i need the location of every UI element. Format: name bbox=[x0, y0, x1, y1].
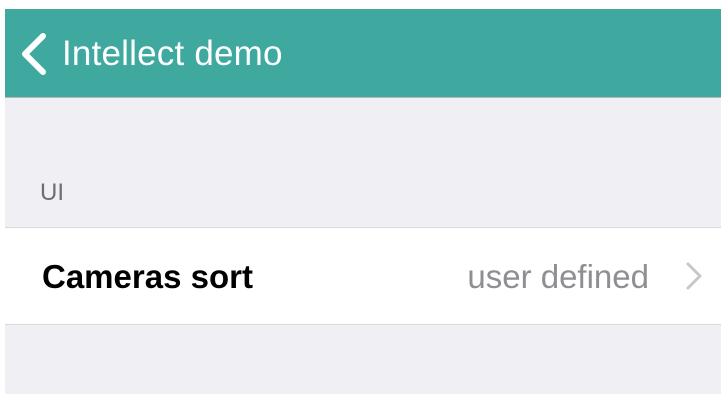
section-header-ui: UI bbox=[40, 179, 64, 206]
page-title: Intellect demo bbox=[62, 34, 283, 73]
back-button[interactable]: Intellect demo bbox=[19, 9, 283, 98]
chevron-right-icon bbox=[685, 261, 703, 291]
cameras-sort-value: user defined bbox=[467, 258, 649, 295]
cameras-sort-row[interactable]: Cameras sort user defined bbox=[5, 227, 721, 325]
chevron-left-icon bbox=[19, 32, 49, 76]
navigation-bar: Intellect demo bbox=[5, 9, 721, 98]
cameras-sort-label: Cameras sort bbox=[42, 258, 253, 295]
settings-screen: Intellect demo UI Cameras sort user defi… bbox=[5, 9, 721, 394]
